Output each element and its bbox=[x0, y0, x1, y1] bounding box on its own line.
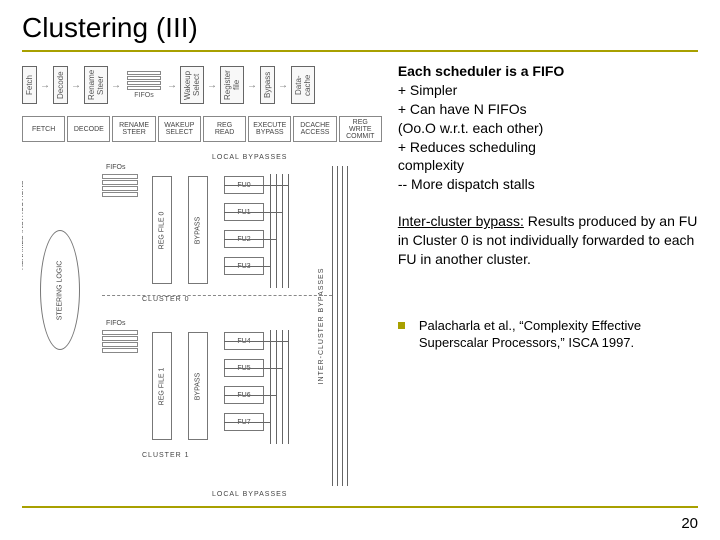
cluster-0-label: CLUSTER 0 bbox=[142, 296, 190, 303]
arrow-icon: → bbox=[207, 80, 217, 91]
fifos-icon bbox=[127, 71, 161, 90]
scheduler-line: + Reduces scheduling bbox=[398, 139, 536, 155]
stage-decode: DECODE bbox=[67, 116, 110, 142]
citation-row: Palacharla et al., “Complexity Effective… bbox=[398, 317, 698, 352]
footer-underline bbox=[22, 506, 698, 508]
arrow-icon: → bbox=[71, 80, 81, 91]
scheduler-line: (Oo.O w.r.t. each other) bbox=[398, 120, 544, 136]
intercluster-paragraph: Inter-cluster bypass: Results produced b… bbox=[398, 212, 698, 269]
fifos-label: FIFOs bbox=[134, 92, 153, 99]
cluster-1: FIFOs REG FILE 1 BYPASS FU4 FU5 FU6 FU7 bbox=[102, 318, 352, 458]
stage-rename: RENAME STEER bbox=[112, 116, 155, 142]
local-wires-1 bbox=[270, 330, 334, 444]
pipeline-box-bypass: Bypass bbox=[260, 66, 275, 104]
pipeline-box-dcache: Data-cache bbox=[291, 66, 315, 104]
scheduler-line: -- More dispatch stalls bbox=[398, 176, 535, 192]
scheduler-heading: Each scheduler is a FIFO bbox=[398, 63, 565, 79]
pipeline-diagram: Fetch → Decode → Rename Steer → FIFOs → … bbox=[22, 66, 382, 104]
pipeline-box-rename: Rename Steer bbox=[84, 66, 108, 104]
arrow-icon: → bbox=[111, 80, 121, 91]
local-bypasses-label-top: LOCAL BYPASSES bbox=[212, 154, 287, 161]
cluster-1-label: CLUSTER 1 bbox=[142, 452, 190, 459]
fifo-label-0: FIFOs bbox=[106, 164, 125, 171]
stage-commit: REG WRITE COMMIT bbox=[339, 116, 382, 142]
fu-column-1: FU4 FU5 FU6 FU7 bbox=[224, 332, 264, 431]
page-number: 20 bbox=[681, 515, 698, 532]
citation-text: Palacharla et al., “Complexity Effective… bbox=[419, 317, 698, 352]
cluster-diagram: LOCAL BYPASSES LOCAL BYPASSES INTER-CLUS… bbox=[22, 150, 382, 502]
stage-wakeup: WAKEUP SELECT bbox=[158, 116, 201, 142]
arrow-icon: → bbox=[40, 80, 50, 91]
pipeline-box-decode: Decode bbox=[53, 66, 68, 104]
stage-regread: REG READ bbox=[203, 116, 246, 142]
citation-pre: Palacharla et al., bbox=[419, 318, 519, 333]
title-underline bbox=[22, 50, 698, 52]
pipeline-box-fetch: Fetch bbox=[22, 66, 37, 104]
fifo-label-1: FIFOs bbox=[106, 320, 125, 327]
diagram-column: Fetch → Decode → Rename Steer → FIFOs → … bbox=[22, 62, 390, 502]
scheduler-line: + Can have N FIFOs bbox=[398, 101, 527, 117]
intercluster-lead: Inter-cluster bypass: bbox=[398, 213, 524, 229]
stage-dcache: DCACHE ACCESS bbox=[293, 116, 336, 142]
bypass-1: BYPASS bbox=[188, 332, 208, 440]
arrow-icon: → bbox=[247, 80, 257, 91]
fifo-rows-1 bbox=[102, 330, 138, 353]
citation-post: ISCA 1997. bbox=[565, 335, 634, 350]
scheduler-paragraph: Each scheduler is a FIFO + Simpler + Can… bbox=[398, 62, 698, 194]
scheduler-line: complexity bbox=[398, 157, 464, 173]
text-column: Each scheduler is a FIFO + Simpler + Can… bbox=[390, 62, 698, 502]
steering-logic-label: STEERING LOGIC bbox=[57, 260, 64, 320]
stage-row: FETCH DECODE RENAME STEER WAKEUP SELECT … bbox=[22, 116, 382, 142]
arrow-icon: → bbox=[167, 80, 177, 91]
stage-fetch: FETCH bbox=[22, 116, 65, 142]
reg-file-1: REG FILE 1 bbox=[152, 332, 172, 440]
slide-title: Clustering (III) bbox=[22, 12, 698, 44]
scheduler-line: + Simpler bbox=[398, 82, 458, 98]
stage-execute: EXECUTE BYPASS bbox=[248, 116, 291, 142]
local-bypasses-label-bottom: LOCAL BYPASSES bbox=[212, 491, 287, 498]
renamed-instructions-label: RENAMED INSTRUCTIONS bbox=[22, 181, 25, 270]
arrow-icon: → bbox=[278, 80, 288, 91]
cluster-0: FIFOs REG FILE 0 BYPASS FU0 FU1 FU2 FU3 bbox=[102, 162, 352, 302]
steering-logic-block: STEERING LOGIC bbox=[40, 230, 80, 350]
bullet-icon bbox=[398, 322, 405, 329]
pipeline-box-wakeup: Wakeup Select bbox=[180, 66, 204, 104]
pipeline-box-regfile: Register file bbox=[220, 66, 244, 104]
